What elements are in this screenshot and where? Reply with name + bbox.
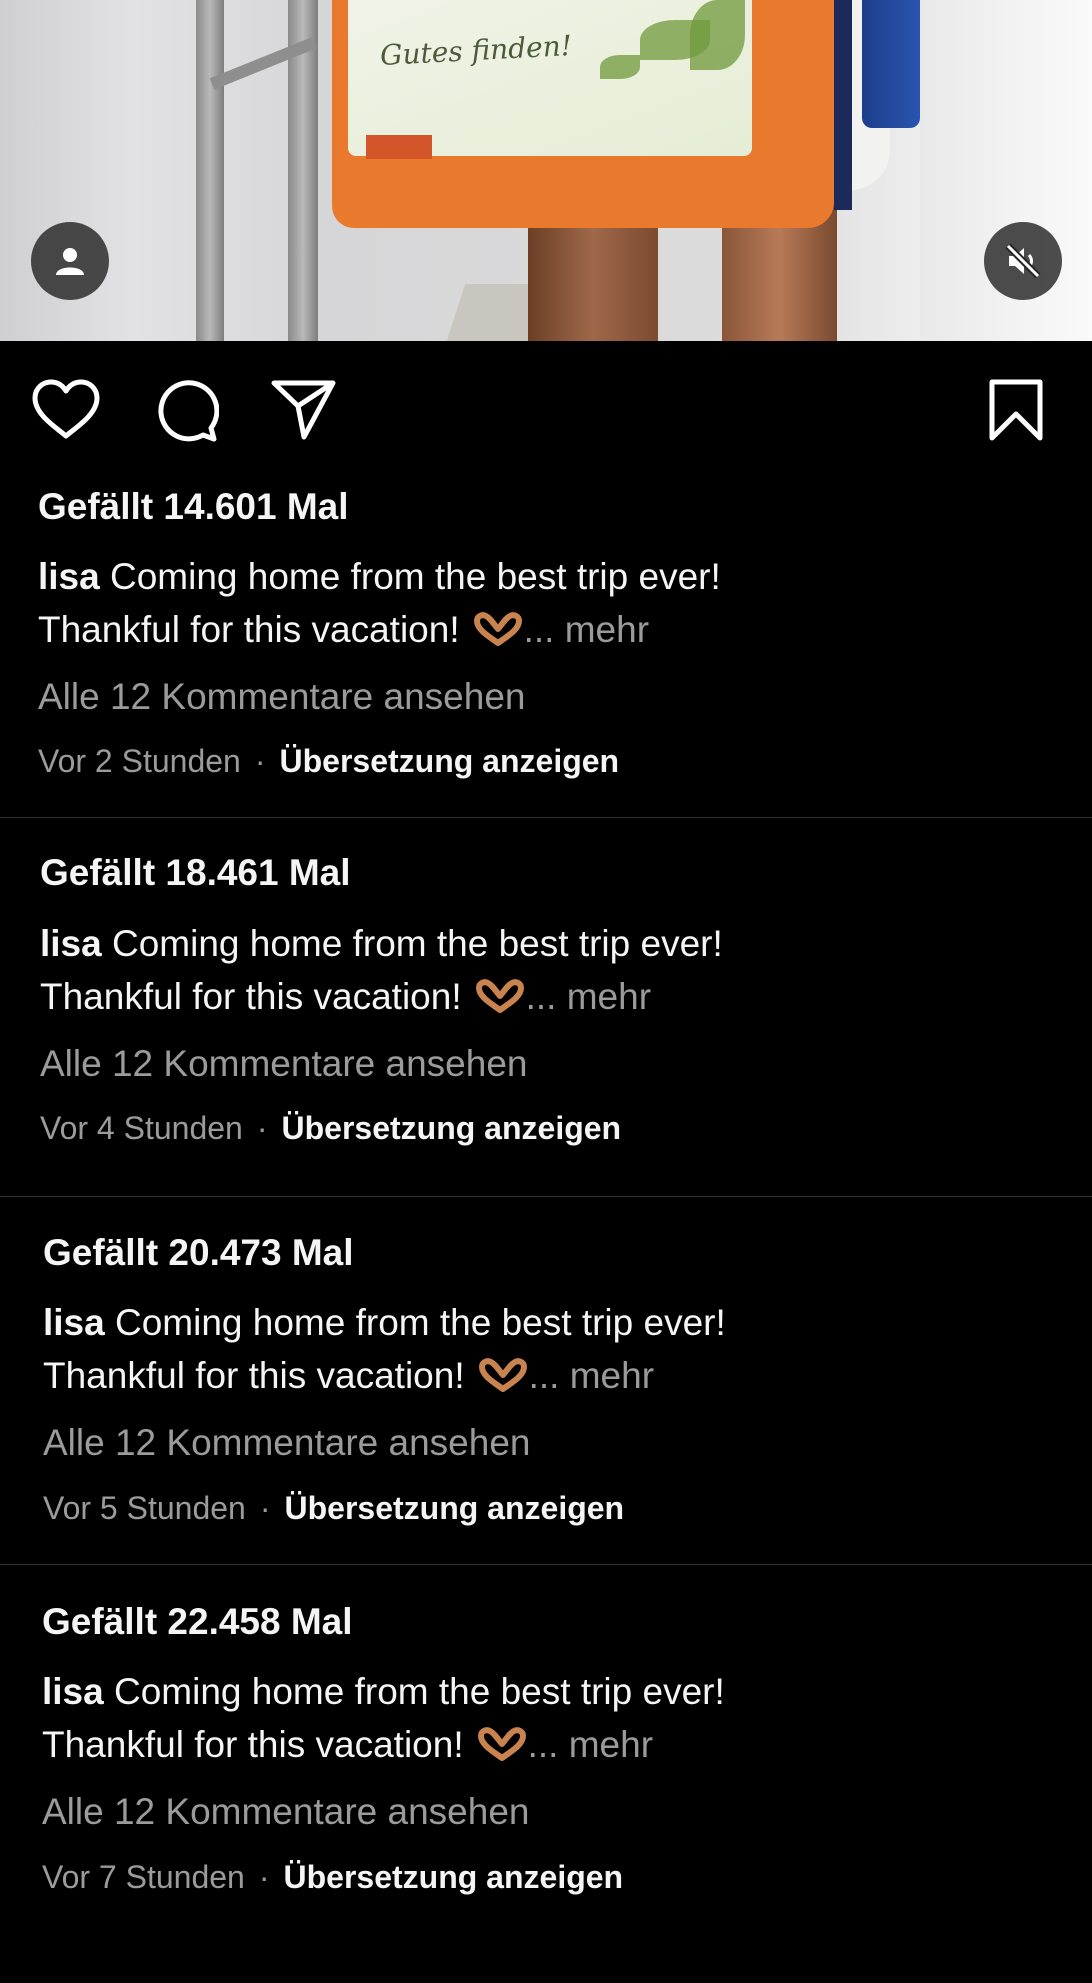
caption-username[interactable]: lisa	[43, 1302, 105, 1343]
caption-text: Thankful for this vacation!	[42, 1724, 464, 1765]
post-timestamp: Vor 7 Stunden	[42, 1859, 245, 1895]
post-timestamp: Vor 5 Stunden	[43, 1490, 246, 1526]
like-count[interactable]: Gefällt 18.461 Mal	[40, 852, 351, 894]
post-action-bar	[0, 370, 1092, 450]
caption-line-1: lisa Coming home from the best trip ever…	[42, 1665, 725, 1718]
like-button[interactable]	[26, 370, 106, 450]
caption-line-1: lisa Coming home from the best trip ever…	[43, 1296, 726, 1349]
leaf-decoration	[690, 0, 745, 70]
bookmark-icon	[989, 379, 1043, 441]
post-meta: Vor 2 Stunden · Übersetzung anzeigen	[38, 743, 619, 780]
separator-dot: ·	[254, 743, 266, 779]
view-comments-link[interactable]: Alle 12 Kommentare ansehen	[38, 676, 525, 718]
separator-dot: ·	[256, 1110, 268, 1146]
post-timestamp: Vor 4 Stunden	[40, 1110, 243, 1146]
post-timestamp: Vor 2 Stunden	[38, 743, 241, 779]
paper-plane-icon	[271, 380, 336, 440]
caption-text: Coming home from the best trip ever!	[114, 1671, 725, 1712]
caption-text: Coming home from the best trip ever!	[110, 556, 721, 597]
caption-line-1: lisa Coming home from the best trip ever…	[40, 917, 723, 970]
post-divider	[0, 1564, 1092, 1565]
caption-username[interactable]: lisa	[38, 556, 100, 597]
view-comments-link[interactable]: Alle 12 Kommentare ansehen	[43, 1422, 530, 1464]
more-link[interactable]: ... mehr	[528, 1724, 653, 1765]
leaf-decoration	[600, 55, 640, 79]
heart-hands-emoji	[476, 1722, 528, 1775]
comment-button[interactable]	[146, 370, 226, 450]
mute-button[interactable]	[984, 222, 1062, 300]
show-translation-link[interactable]: Übersetzung anzeigen	[284, 1490, 624, 1526]
caption-line-2: Thankful for this vacation! ... mehr	[42, 1718, 653, 1775]
blue-bag	[862, 0, 920, 128]
post-video[interactable]: Gutes finden!	[0, 0, 1092, 341]
speech-bubble-icon	[158, 380, 219, 442]
post-meta: Vor 5 Stunden · Übersetzung anzeigen	[43, 1490, 624, 1527]
show-translation-link[interactable]: Übersetzung anzeigen	[283, 1859, 623, 1895]
person-icon	[56, 248, 84, 275]
caption-line-2: Thankful for this vacation! ... mehr	[43, 1349, 654, 1406]
post-divider	[0, 817, 1092, 818]
caption-username[interactable]: lisa	[40, 923, 102, 964]
like-count[interactable]: Gefällt 14.601 Mal	[38, 486, 349, 528]
like-count[interactable]: Gefällt 20.473 Mal	[43, 1232, 354, 1274]
bag-strap	[834, 0, 852, 210]
post-meta: Vor 7 Stunden · Übersetzung anzeigen	[42, 1859, 623, 1896]
view-comments-link[interactable]: Alle 12 Kommentare ansehen	[40, 1043, 527, 1085]
speaker-muted-icon	[1005, 243, 1041, 279]
share-button[interactable]	[264, 370, 344, 450]
separator-dot: ·	[259, 1490, 271, 1526]
heart-hands-emoji	[474, 974, 526, 1027]
save-button[interactable]	[976, 370, 1056, 450]
more-link[interactable]: ... mehr	[526, 976, 651, 1017]
post-divider	[0, 1196, 1092, 1197]
caption-text: Thankful for this vacation!	[43, 1355, 465, 1396]
more-link[interactable]: ... mehr	[529, 1355, 654, 1396]
heart-hands-emoji	[472, 607, 524, 660]
bag-brand-chip	[366, 135, 432, 159]
show-translation-link[interactable]: Übersetzung anzeigen	[281, 1110, 621, 1146]
caption-line-2: Thankful for this vacation! ... mehr	[38, 603, 649, 660]
post-meta: Vor 4 Stunden · Übersetzung anzeigen	[40, 1110, 621, 1147]
caption-line-1: lisa Coming home from the best trip ever…	[38, 550, 721, 603]
caption-text: Coming home from the best trip ever!	[112, 923, 723, 964]
railing-post	[196, 0, 224, 341]
caption-text: Coming home from the best trip ever!	[115, 1302, 726, 1343]
caption-text: Thankful for this vacation!	[40, 976, 462, 1017]
heart-icon	[32, 379, 100, 439]
view-comments-link[interactable]: Alle 12 Kommentare ansehen	[42, 1791, 529, 1833]
more-link[interactable]: ... mehr	[524, 609, 649, 650]
caption-line-2: Thankful for this vacation! ... mehr	[40, 970, 651, 1027]
show-translation-link[interactable]: Übersetzung anzeigen	[279, 743, 619, 779]
tagged-people-button[interactable]	[31, 222, 109, 300]
heart-hands-emoji	[477, 1353, 529, 1406]
caption-username[interactable]: lisa	[42, 1671, 104, 1712]
separator-dot: ·	[258, 1859, 270, 1895]
like-count[interactable]: Gefällt 22.458 Mal	[42, 1601, 353, 1643]
caption-text: Thankful for this vacation!	[38, 609, 460, 650]
